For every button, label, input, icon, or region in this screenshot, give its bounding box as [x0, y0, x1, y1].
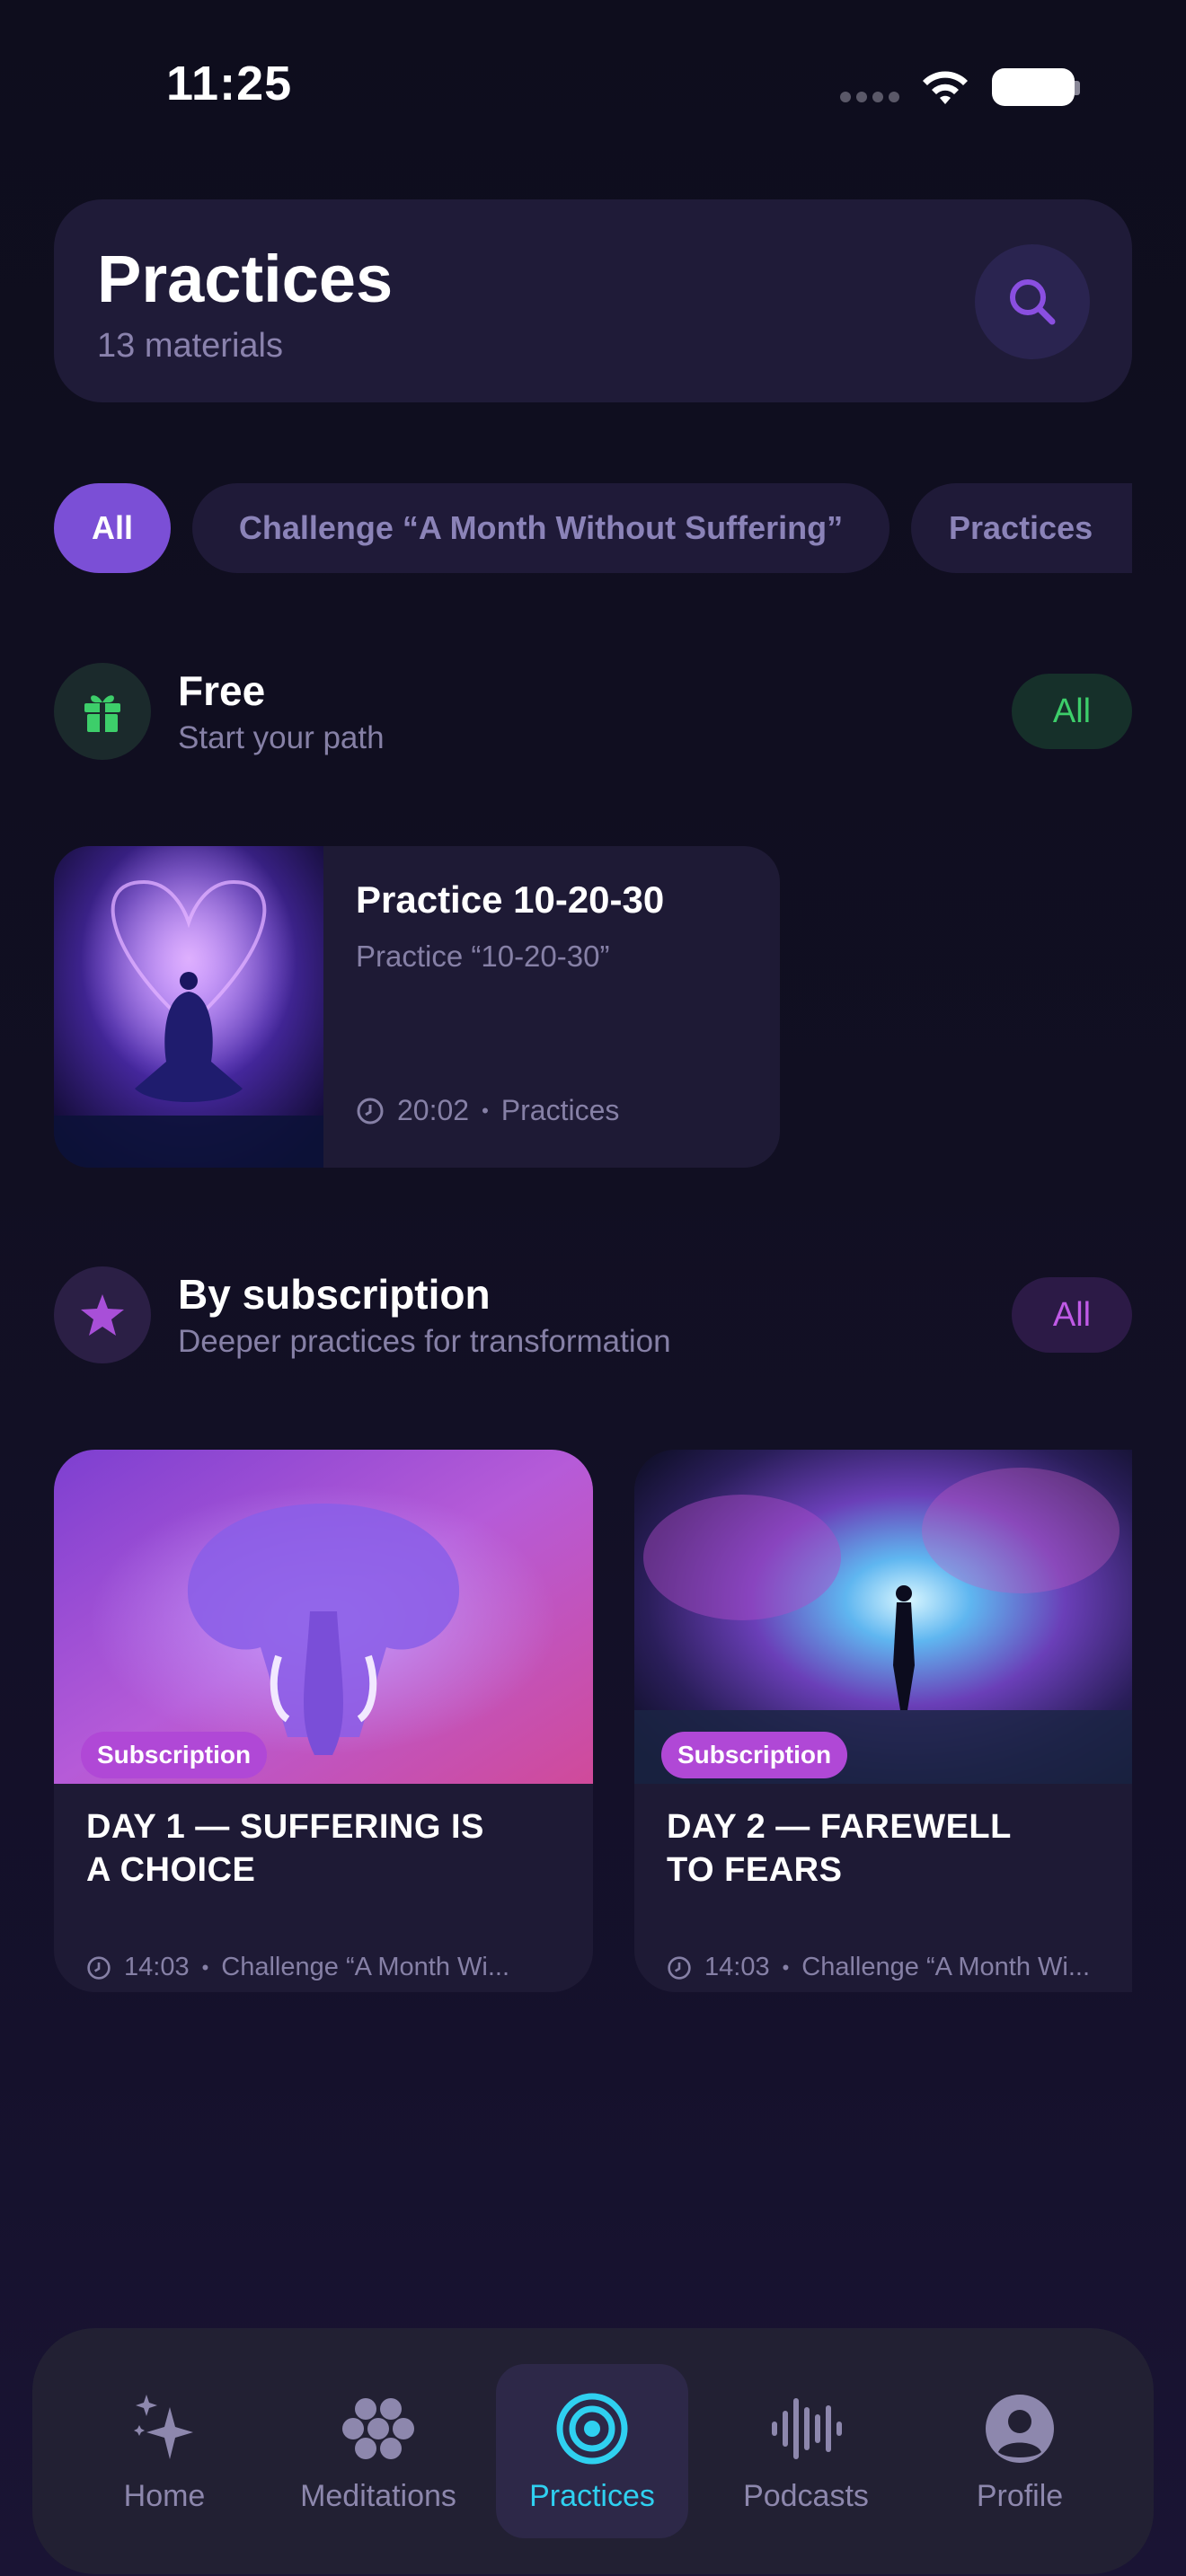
- search-icon: [1010, 279, 1056, 325]
- nav-item-profile[interactable]: Profile: [924, 2364, 1116, 2538]
- clock-icon: [87, 1955, 111, 1980]
- free-all-button[interactable]: All: [1012, 674, 1132, 749]
- search-button[interactable]: [975, 244, 1090, 359]
- subscription-section-subtitle: Deeper practices for transformation: [178, 1324, 671, 1359]
- free-section-title: Free: [178, 667, 266, 714]
- subscription-card-1-meta: 14:03 • Challenge “A Month Wi...: [86, 1953, 509, 1982]
- meta-separator: •: [782, 1955, 790, 1979]
- nav-label-practices: Practices: [529, 2479, 655, 2513]
- subscription-card-2-title: DAY 2 — FAREWELL TO FEARS: [667, 1805, 1012, 1892]
- sparkles-icon: [134, 2395, 193, 2459]
- nav-label-profile: Profile: [976, 2479, 1064, 2513]
- free-card-category: Practices: [500, 1094, 620, 1126]
- battery-tip: [1075, 81, 1080, 95]
- subscription-card-2[interactable]: Subscription DAY 2 — FAREWELL TO FEARS 1…: [634, 1450, 1132, 1992]
- cellular-signal-icon: [840, 92, 899, 102]
- nav-item-meditations[interactable]: Meditations: [282, 2364, 474, 2538]
- nav-item-podcasts[interactable]: Podcasts: [710, 2364, 902, 2538]
- meta-separator: •: [482, 1098, 489, 1122]
- person-circle-icon: [986, 2395, 1054, 2463]
- free-card-meta: 20:02 • Practices: [356, 1094, 619, 1127]
- filter-chip-all[interactable]: All: [54, 483, 171, 573]
- free-section-subtitle: Start your path: [178, 720, 385, 755]
- subscription-all-button[interactable]: All: [1012, 1277, 1132, 1353]
- title-line-1: DAY 2 — FAREWELL: [667, 1808, 1012, 1846]
- nav-label-home: Home: [123, 2479, 206, 2513]
- title-line-2: A CHOICE: [86, 1851, 256, 1889]
- nav-item-home[interactable]: Home: [68, 2364, 261, 2538]
- filter-chip-challenge[interactable]: Challenge “A Month Without Suffering”: [192, 483, 890, 573]
- card-category: Challenge “A Month Wi...: [221, 1953, 510, 1981]
- nav-label-podcasts: Podcasts: [743, 2479, 869, 2513]
- waveform-icon: [772, 2398, 842, 2459]
- materials-count: 13 materials: [97, 327, 283, 365]
- free-section-icon: [54, 663, 151, 760]
- subscription-card-1[interactable]: Subscription DAY 1 — SUFFERING IS A CHOI…: [54, 1450, 593, 1992]
- free-card-duration: 20:02: [397, 1094, 470, 1126]
- nav-item-practices[interactable]: Practices: [496, 2364, 688, 2538]
- free-card-subtitle: Practice “10-20-30”: [356, 940, 610, 973]
- meta-separator: •: [201, 1955, 209, 1979]
- gift-icon: [84, 695, 120, 732]
- status-time: 11:25: [166, 57, 293, 110]
- card-duration: 14:03: [124, 1953, 190, 1981]
- target-icon: [556, 2393, 628, 2465]
- nav-label-meditations: Meditations: [300, 2479, 456, 2513]
- card-duration: 14:03: [704, 1953, 770, 1981]
- clock-icon: [668, 1955, 691, 1980]
- clock-icon: [357, 1098, 384, 1124]
- subscription-card-2-meta: 14:03 • Challenge “A Month Wi...: [667, 1953, 1090, 1982]
- wifi-icon: [923, 71, 968, 104]
- battery-icon: [992, 68, 1075, 106]
- subscription-section-title: By subscription: [178, 1271, 491, 1318]
- subscription-card-1-title: DAY 1 — SUFFERING IS A CHOICE: [86, 1805, 484, 1892]
- page-title: Practices: [97, 242, 394, 316]
- subscription-section-icon: [54, 1266, 151, 1363]
- free-card-title: Practice 10-20-30: [356, 878, 665, 921]
- filter-chip-practices[interactable]: Practices: [911, 483, 1132, 573]
- star-icon: [81, 1294, 124, 1336]
- card-category: Challenge “A Month Wi...: [801, 1953, 1091, 1981]
- subscription-badge: Subscription: [81, 1732, 268, 1778]
- title-line-1: DAY 1 — SUFFERING IS: [86, 1808, 484, 1846]
- meditation-image: [54, 846, 323, 1168]
- title-line-2: TO FEARS: [667, 1851, 843, 1889]
- subscription-badge: Subscription: [661, 1732, 848, 1778]
- flower-dots-icon: [342, 2398, 414, 2459]
